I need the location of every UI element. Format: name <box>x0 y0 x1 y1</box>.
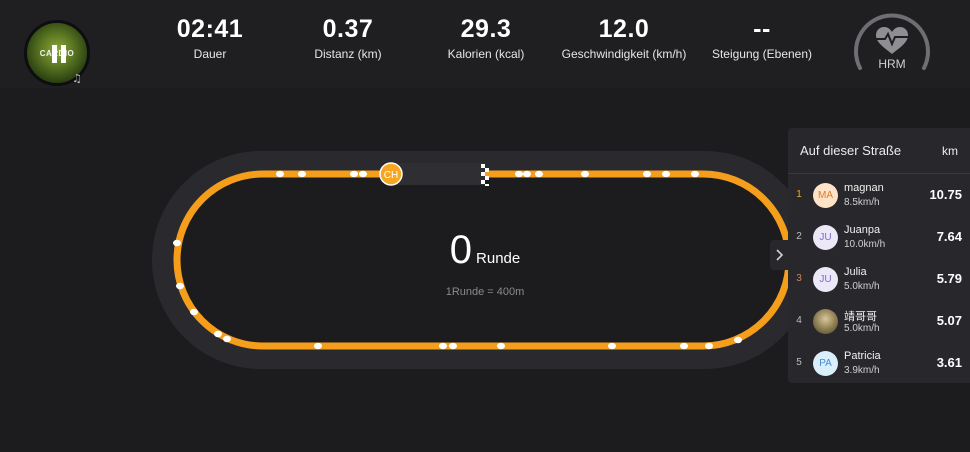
lap-count: 0 <box>449 228 473 272</box>
runner-speed: 5.0km/h <box>844 323 880 334</box>
svg-text:CH: CH <box>384 170 398 181</box>
rank-number: 4 <box>796 315 802 326</box>
runner-dot <box>515 170 523 178</box>
runner-distance: 10.75 <box>929 187 962 202</box>
runner-dot <box>680 342 688 350</box>
runner-dot <box>190 308 198 316</box>
avatar: MA <box>813 183 838 208</box>
avatar: PA <box>813 351 838 376</box>
runner-dot <box>608 342 616 350</box>
runner-dot <box>214 330 222 338</box>
leaderboard-row[interactable]: 5 PA Patricia 3.9km/h 3.61 <box>788 342 970 384</box>
collapse-leaderboard-button[interactable] <box>770 240 790 270</box>
runner-speed: 10.0km/h <box>844 239 886 250</box>
leaderboard-row[interactable]: 4 靖哥哥 5.0km/h 5.07 <box>788 300 970 342</box>
runner-dot <box>662 170 670 178</box>
rank-number: 1 <box>796 189 802 200</box>
runner-dot <box>173 239 181 247</box>
runner-dot <box>535 170 543 178</box>
runner-name: 靖哥哥 <box>844 311 877 323</box>
runner-dot <box>176 282 184 290</box>
rank-number: 5 <box>796 357 802 368</box>
rank-number: 3 <box>796 273 802 284</box>
runner-dot <box>523 170 531 178</box>
leaderboard-title: Auf dieser Straße <box>800 143 902 158</box>
runner-dot <box>359 170 367 178</box>
runner-dot <box>581 170 589 178</box>
runner-name: Patricia <box>844 350 881 362</box>
runner-distance: 5.07 <box>936 313 962 328</box>
lap-length-note: 1Runde = 400m <box>445 286 525 298</box>
leaderboard-row[interactable]: 2 JU Juanpa 10.0km/h 7.64 <box>788 216 970 258</box>
runner-distance: 7.64 <box>936 229 962 244</box>
runner-distance: 5.79 <box>936 271 962 286</box>
leaderboard-row[interactable]: 1 MA magnan 8.5km/h 10.75 <box>788 174 970 216</box>
runner-name: Julia <box>844 266 867 278</box>
runner-dot <box>643 170 651 178</box>
leaderboard-row[interactable]: 3 JU Julia 5.0km/h 5.79 <box>788 258 970 300</box>
runner-dot <box>276 170 284 178</box>
chevron-right-icon <box>776 249 784 261</box>
runner-name: magnan <box>844 182 884 194</box>
runner-dot <box>705 342 713 350</box>
runner-speed: 5.0km/h <box>844 281 880 292</box>
runner-dot <box>734 336 742 344</box>
avatar: JU <box>813 267 838 292</box>
runner-dot <box>350 170 358 178</box>
runner-dot <box>497 342 505 350</box>
runner-dot <box>298 170 306 178</box>
lap-counter: 0 Runde <box>400 228 570 273</box>
runner-distance: 3.61 <box>936 355 962 370</box>
lap-unit: Runde <box>476 250 521 267</box>
leaderboard-panel: Auf dieser Straße km 1 MA magnan 8.5km/h 10.… <box>788 128 970 383</box>
leaderboard-unit: km <box>942 143 958 158</box>
leaderboard-header: Auf dieser Straße km <box>788 128 970 174</box>
rank-number: 2 <box>796 231 802 242</box>
runner-dot <box>439 342 447 350</box>
runner-dot <box>691 170 699 178</box>
runner-dot <box>314 342 322 350</box>
runner-dot <box>223 335 231 343</box>
avatar <box>813 309 838 334</box>
runner-dot <box>449 342 457 350</box>
runner-speed: 8.5km/h <box>844 197 880 208</box>
runner-name: Juanpa <box>844 224 881 236</box>
runner-speed: 3.9km/h <box>844 365 880 376</box>
avatar: JU <box>813 225 838 250</box>
